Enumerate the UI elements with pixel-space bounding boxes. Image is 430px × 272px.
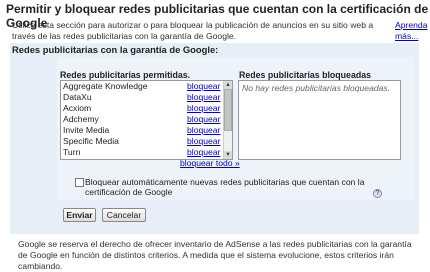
list-item: Aggregate Knowledge bloquear bbox=[61, 81, 231, 92]
panel-heading: Redes publicitarias con la garantía de G… bbox=[12, 44, 219, 55]
list-item: DataXu bloquear bbox=[61, 92, 231, 103]
block-link[interactable]: bloquear bbox=[187, 114, 220, 125]
scroll-thumb[interactable] bbox=[224, 89, 232, 131]
block-link[interactable]: bloquear bbox=[187, 92, 220, 103]
blocked-networks-heading: Redes publicitarias bloqueadas bbox=[239, 70, 371, 80]
blocked-networks-list[interactable]: No hay redes publicitarias bloqueadas. bbox=[238, 80, 401, 160]
allowed-networks-heading: Redes publicitarias permitidas. bbox=[60, 70, 191, 80]
list-item: Invite Media bloquear bbox=[61, 125, 231, 136]
scroll-up-icon[interactable]: ▲ bbox=[224, 81, 232, 89]
list-item: Turn bloquear bbox=[61, 147, 231, 158]
help-icon[interactable]: ? bbox=[373, 189, 382, 198]
auto-block-checkbox[interactable] bbox=[75, 178, 84, 187]
network-name: Adchemy bbox=[63, 114, 99, 124]
network-name: Turn bbox=[63, 147, 81, 157]
block-link[interactable]: bloquear bbox=[187, 147, 220, 158]
block-link[interactable]: bloquear bbox=[187, 136, 220, 147]
network-name: Specific Media bbox=[63, 136, 119, 146]
allowed-networks-list[interactable]: Aggregate Knowledge bloquear DataXu bloq… bbox=[60, 80, 233, 160]
network-name: Invite Media bbox=[63, 125, 110, 135]
auto-block-label: Bloquear automáticamente nuevas redes pu… bbox=[85, 177, 365, 197]
list-scrollbar[interactable]: ▲ ▼ bbox=[223, 81, 232, 159]
network-name: Aggregate Knowledge bbox=[63, 81, 148, 91]
footer-note: Google se reserva el derecho de ofrecer … bbox=[18, 239, 412, 271]
list-item: Adchemy bloquear bbox=[61, 114, 231, 125]
list-item: Acxiom bloquear bbox=[61, 103, 231, 114]
block-all-link[interactable]: bloquear todo » bbox=[180, 158, 240, 168]
list-item: Specific Media bloquear bbox=[61, 136, 231, 147]
blocked-empty-message: No hay redes publicitarias bloqueadas. bbox=[242, 83, 391, 93]
block-link[interactable]: bloquear bbox=[187, 81, 220, 92]
cancel-button[interactable]: Cancelar bbox=[102, 208, 146, 222]
block-link[interactable]: bloquear bbox=[187, 103, 220, 114]
send-button[interactable]: Enviar bbox=[63, 208, 96, 222]
learn-more-link[interactable]: Aprenda más... bbox=[395, 20, 428, 42]
network-name: Acxiom bbox=[63, 103, 92, 113]
intro-text: Utilice esta sección para autorizar o pa… bbox=[12, 20, 374, 41]
block-link[interactable]: bloquear bbox=[187, 125, 220, 136]
network-name: DataXu bbox=[63, 92, 92, 102]
